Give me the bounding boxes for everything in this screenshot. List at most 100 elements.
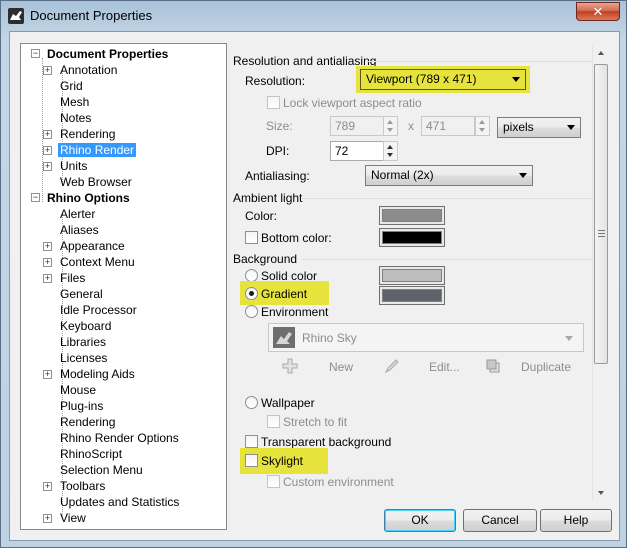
tree-label: Mouse — [60, 383, 97, 397]
bottom-color-label: Bottom color: — [261, 231, 332, 245]
height-field[interactable]: 471 — [421, 116, 475, 136]
width-stepper[interactable] — [383, 116, 398, 136]
tree-item-web-browser[interactable]: Web Browser — [47, 174, 134, 190]
bottom-color-fill — [382, 231, 442, 244]
tree-item-keyboard[interactable]: Keyboard — [47, 318, 113, 334]
tree-item-idle-processor[interactable]: Idle Processor — [47, 302, 139, 318]
tree-node-document-properties[interactable]: − Document Properties — [27, 46, 170, 62]
height-stepper[interactable] — [475, 116, 490, 136]
duplicate-button[interactable]: Duplicate — [521, 360, 571, 374]
tree-label: Modeling Aids — [60, 367, 135, 381]
tree-item-rhino-render[interactable]: + Rhino Render — [43, 142, 137, 158]
antialiasing-combo[interactable]: Normal (2x) — [365, 165, 533, 186]
chevron-down-icon — [567, 125, 575, 130]
new-button[interactable]: New — [329, 360, 353, 374]
resolution-value: Viewport (789 x 471) — [366, 72, 477, 86]
custom-environment-checkbox[interactable] — [267, 475, 280, 488]
tree-node-rhino-options[interactable]: − Rhino Options — [27, 190, 132, 206]
help-button[interactable]: Help — [540, 509, 612, 532]
ambient-color-swatch[interactable] — [379, 206, 445, 225]
tree-item-mesh[interactable]: Mesh — [47, 94, 91, 110]
resolution-combo[interactable]: Viewport (789 x 471) — [360, 69, 526, 90]
expand-icon[interactable]: + — [43, 482, 52, 491]
tree-label: Updates and Statistics — [60, 495, 180, 509]
tree-item-grid[interactable]: Grid — [47, 78, 85, 94]
tree-item-rhinoscript[interactable]: RhinoScript — [47, 446, 124, 462]
stretch-to-fit-label: Stretch to fit — [283, 415, 348, 429]
tree-item-alerter[interactable]: Alerter — [47, 206, 97, 222]
title-bar[interactable]: Document Properties ✕ — [1, 1, 626, 31]
tree-item-libraries[interactable]: Libraries — [47, 334, 108, 350]
panel-scrollbar[interactable] — [592, 46, 609, 501]
expand-icon[interactable]: + — [43, 242, 52, 251]
tree-item-files[interactable]: + Files — [43, 270, 87, 286]
width-field[interactable]: 789 — [330, 116, 384, 136]
expand-icon[interactable]: + — [43, 66, 52, 75]
tree-item-toolbars[interactable]: + Toolbars — [43, 478, 107, 494]
gradient-radio[interactable] — [245, 287, 258, 300]
dpi-stepper[interactable] — [383, 141, 398, 161]
collapse-icon[interactable]: − — [31, 49, 40, 58]
tree-item-appearance[interactable]: + Appearance — [43, 238, 127, 254]
environment-combo[interactable]: Rhino Sky — [268, 323, 584, 352]
tree-label: Appearance — [60, 239, 125, 253]
tree-item-licenses[interactable]: Licenses — [47, 350, 109, 366]
tree-label: Rhino Render Options — [60, 431, 179, 445]
tree-item-general[interactable]: General — [47, 286, 105, 302]
close-button[interactable]: ✕ — [576, 2, 620, 21]
expand-icon[interactable]: + — [43, 258, 52, 267]
solid-color-fill — [382, 269, 442, 282]
custom-environment-label: Custom environment — [283, 475, 394, 489]
expand-icon[interactable]: + — [43, 370, 52, 379]
stretch-to-fit-checkbox[interactable] — [267, 415, 280, 428]
tree-label: Selection Menu — [60, 463, 143, 477]
tree-item-rendering-options[interactable]: Rendering — [47, 414, 117, 430]
scroll-down-icon[interactable] — [598, 491, 604, 495]
antialiasing-value: Normal (2x) — [371, 168, 434, 182]
solid-color-swatch[interactable] — [379, 266, 445, 285]
tree-item-aliases[interactable]: Aliases — [47, 222, 101, 238]
edit-button[interactable]: Edit... — [429, 360, 460, 374]
skylight-checkbox[interactable] — [245, 454, 258, 467]
tree-item-view[interactable]: + View — [43, 510, 88, 526]
expand-icon[interactable]: + — [43, 130, 52, 139]
tree-item-units[interactable]: + Units — [43, 158, 89, 174]
tree-item-modeling-aids[interactable]: + Modeling Aids — [43, 366, 137, 382]
tree-item-rendering[interactable]: + Rendering — [43, 126, 117, 142]
expand-icon[interactable]: + — [43, 146, 52, 155]
document-properties-window: Document Properties ✕ − Document Propert… — [0, 0, 627, 548]
tree-item-context-menu[interactable]: + Context Menu — [43, 254, 137, 270]
bottom-color-checkbox[interactable] — [245, 231, 258, 244]
tree-item-rhino-render-options[interactable]: Rhino Render Options — [47, 430, 181, 446]
unit-value: pixels — [503, 120, 534, 134]
tree-item-selection-menu[interactable]: Selection Menu — [47, 462, 145, 478]
options-tree[interactable]: − Document Properties + Annotation Grid M… — [20, 43, 227, 530]
tree-item-annotation[interactable]: + Annotation — [43, 62, 119, 78]
gradient-color-swatch[interactable] — [379, 286, 445, 305]
tree-label: Aliases — [60, 223, 99, 237]
collapse-icon[interactable]: − — [31, 193, 40, 202]
transparent-background-checkbox[interactable] — [245, 435, 258, 448]
wallpaper-radio[interactable] — [245, 396, 258, 409]
unit-combo[interactable]: pixels — [497, 117, 581, 138]
new-icon[interactable] — [282, 358, 298, 374]
scroll-thumb[interactable] — [594, 64, 608, 364]
edit-pencil-icon[interactable] — [384, 358, 400, 374]
rhino-app-icon — [8, 8, 24, 24]
tree-item-notes[interactable]: Notes — [47, 110, 93, 126]
duplicate-icon[interactable] — [485, 358, 501, 374]
expand-icon[interactable]: + — [43, 162, 52, 171]
gradient-label: Gradient — [261, 287, 308, 301]
expand-icon[interactable]: + — [43, 274, 52, 283]
tree-item-mouse[interactable]: Mouse — [47, 382, 98, 398]
dpi-field[interactable]: 72 — [330, 141, 384, 161]
environment-radio[interactable] — [245, 305, 258, 318]
scroll-up-icon[interactable] — [598, 51, 604, 55]
ok-button[interactable]: OK — [384, 509, 456, 532]
bottom-color-swatch[interactable] — [379, 228, 445, 247]
cancel-button[interactable]: Cancel — [463, 509, 537, 532]
tree-item-updates-and-statistics[interactable]: Updates and Statistics — [47, 494, 181, 510]
lock-aspect-checkbox[interactable] — [267, 96, 280, 109]
tree-item-plug-ins[interactable]: Plug-ins — [47, 398, 105, 414]
expand-icon[interactable]: + — [43, 514, 52, 523]
